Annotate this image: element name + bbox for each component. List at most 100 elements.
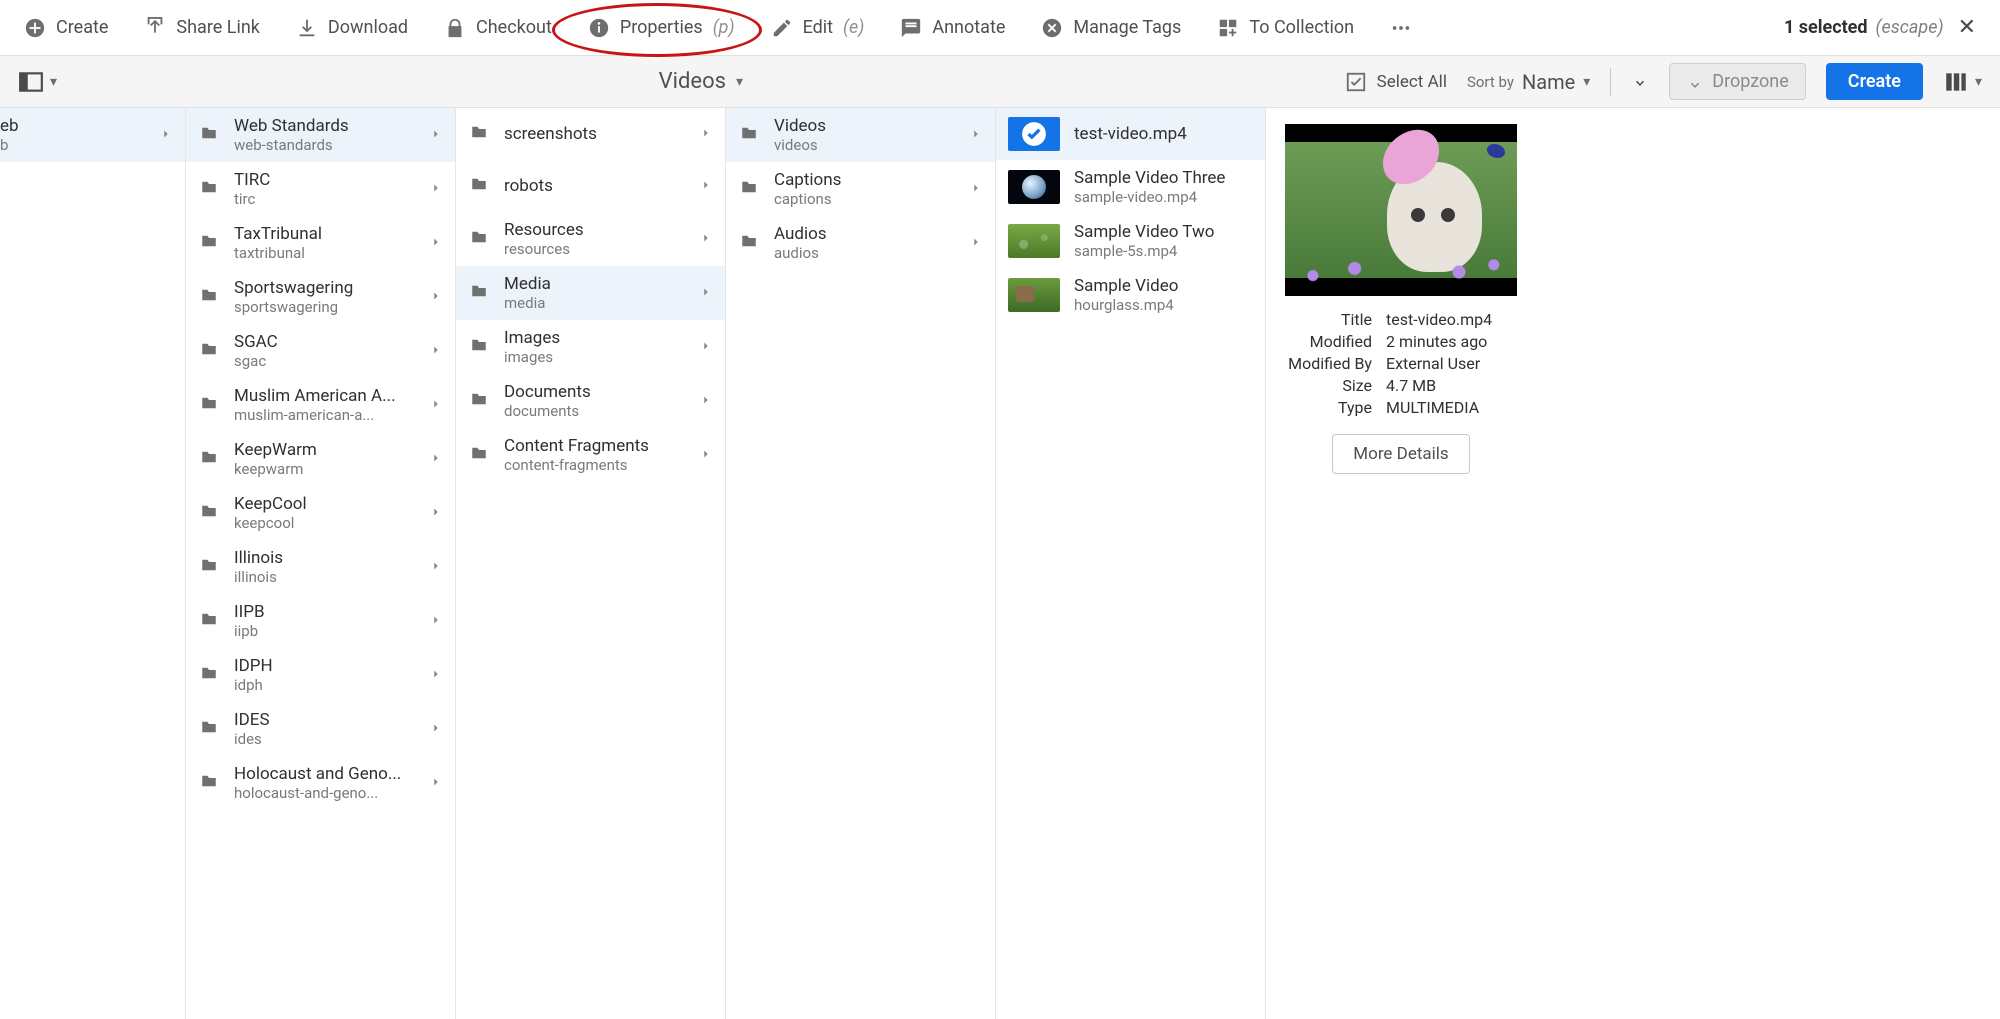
chevron-right-icon [429, 396, 443, 415]
folder-name: videos [774, 136, 955, 154]
folder-title: KeepCool [234, 494, 415, 514]
create-button[interactable]: Create [1826, 63, 1923, 100]
metadata-row: Size4.7 MB [1282, 376, 1520, 395]
chevron-down-icon: ▾ [1583, 74, 1590, 90]
folder-row[interactable]: Sportswageringsportswagering [186, 270, 455, 324]
columns-browser[interactable]: ebb Web Standardsweb-standardsTIRCtircTa… [0, 108, 2000, 1019]
folder-title: TaxTribunal [234, 224, 415, 244]
folder-name: idph [234, 676, 415, 694]
folder-title: IDES [234, 710, 415, 730]
dropzone-button[interactable]: Dropzone [1669, 63, 1806, 100]
folder-row[interactable]: Mediamedia [456, 266, 725, 320]
folder-row[interactable]: SGACsgac [186, 324, 455, 378]
manage-tags-action[interactable]: Manage Tags [1041, 17, 1181, 39]
create-action[interactable]: Create [24, 17, 108, 39]
breadcrumb-title[interactable]: Videos ▾ [71, 69, 1331, 94]
folder-row[interactable]: KeepCoolkeepcool [186, 486, 455, 540]
folder-icon [198, 772, 220, 794]
folder-row[interactable]: Imagesimages [456, 320, 725, 374]
chevron-right-icon [429, 774, 443, 793]
close-icon[interactable]: ✕ [1958, 15, 1976, 40]
more-details-button[interactable]: More Details [1332, 434, 1469, 474]
sort-by[interactable]: Sort by Name ▾ [1467, 70, 1590, 94]
to-collection-action[interactable]: To Collection [1217, 17, 1354, 39]
properties-action[interactable]: Properties (p) [588, 17, 735, 39]
folder-row[interactable]: Illinoisillinois [186, 540, 455, 594]
folder-row[interactable]: Content Fragmentscontent-fragments [456, 428, 725, 482]
folder-row[interactable]: Muslim American A...muslim-american-a... [186, 378, 455, 432]
tag-icon [1041, 17, 1063, 39]
folder-name: images [504, 348, 685, 366]
asset-row[interactable]: Sample Videohourglass.mp4 [996, 268, 1265, 322]
folder-title: Media [504, 274, 685, 294]
asset-filename: sample-video.mp4 [1074, 188, 1253, 206]
select-all[interactable]: Select All [1345, 71, 1447, 93]
folder-title: TIRC [234, 170, 415, 190]
chevron-right-icon [159, 126, 173, 145]
metadata-row: Modified2 minutes ago [1282, 332, 1520, 351]
folder-row[interactable]: ebb [0, 108, 185, 162]
folder-icon [738, 178, 760, 200]
folder-name: documents [504, 402, 685, 420]
folder-row[interactable]: TaxTribunaltaxtribunal [186, 216, 455, 270]
asset-row[interactable]: Sample Video Threesample-video.mp4 [996, 160, 1265, 214]
folder-row[interactable]: Videosvideos [726, 108, 995, 162]
chevron-right-icon [429, 288, 443, 307]
folder-row[interactable]: Web Standardsweb-standards [186, 108, 455, 162]
folder-row[interactable]: IDESides [186, 702, 455, 756]
chevron-right-icon [969, 180, 983, 199]
note-icon [900, 17, 922, 39]
folder-name: web-standards [234, 136, 415, 154]
folder-name: keepcool [234, 514, 415, 532]
sort-by-value: Name [1522, 70, 1575, 94]
share-link-action[interactable]: Share Link [144, 17, 259, 39]
folder-row[interactable]: Holocaust and Geno...holocaust-and-geno.… [186, 756, 455, 810]
view-switcher[interactable]: ▾ [1943, 69, 1982, 95]
detail-panel: Titletest-video.mp4Modified2 minutes ago… [1266, 108, 1536, 1019]
asset-row[interactable]: Sample Video Twosample-5s.mp4 [996, 214, 1265, 268]
share-link-label: Share Link [176, 17, 259, 38]
folder-icon [198, 232, 220, 254]
chevron-right-icon [969, 234, 983, 253]
preview-thumbnail[interactable] [1285, 124, 1517, 296]
folder-name: illinois [234, 568, 415, 586]
folder-row[interactable]: Resourcesresources [456, 212, 725, 266]
folder-title: IDPH [234, 656, 415, 676]
folder-row[interactable]: Documentsdocuments [456, 374, 725, 428]
folder-row[interactable]: robots [456, 160, 725, 212]
edit-action[interactable]: Edit (e) [771, 17, 865, 39]
folder-icon [198, 664, 220, 686]
download-icon [296, 17, 318, 39]
edit-shortcut: (e) [843, 17, 864, 38]
rail-toggle[interactable]: ▾ [18, 69, 57, 95]
folder-name: sportswagering [234, 298, 415, 316]
annotate-action[interactable]: Annotate [900, 17, 1005, 39]
folder-icon [468, 444, 490, 466]
plus-circle-icon [24, 17, 46, 39]
folder-row[interactable]: TIRCtirc [186, 162, 455, 216]
folder-icon [738, 124, 760, 146]
top-action-bar: Create Share Link Download Checkout Prop… [0, 0, 2000, 56]
folder-icon [468, 282, 490, 304]
folder-row[interactable]: Captionscaptions [726, 162, 995, 216]
chevron-right-icon [429, 450, 443, 469]
asset-filename: hourglass.mp4 [1074, 296, 1253, 314]
metadata-row: Modified ByExternal User [1282, 354, 1520, 373]
chevron-right-icon [429, 180, 443, 199]
metadata-value: 2 minutes ago [1386, 332, 1487, 351]
folder-title: Sportswagering [234, 278, 415, 298]
checkout-action[interactable]: Checkout [444, 17, 552, 39]
folder-row[interactable]: IDPHidph [186, 648, 455, 702]
folder-row[interactable]: KeepWarmkeepwarm [186, 432, 455, 486]
more-actions[interactable] [1390, 17, 1412, 39]
video-thumbnail [1008, 170, 1060, 204]
select-all-icon [1345, 71, 1367, 93]
download-action[interactable]: Download [296, 17, 408, 39]
video-thumbnail [1008, 278, 1060, 312]
sort-direction[interactable] [1631, 71, 1649, 93]
lock-icon [444, 17, 466, 39]
asset-row[interactable]: test-video.mp4 [996, 108, 1265, 160]
folder-row[interactable]: IIPBiipb [186, 594, 455, 648]
folder-row[interactable]: screenshots [456, 108, 725, 160]
folder-row[interactable]: Audiosaudios [726, 216, 995, 270]
